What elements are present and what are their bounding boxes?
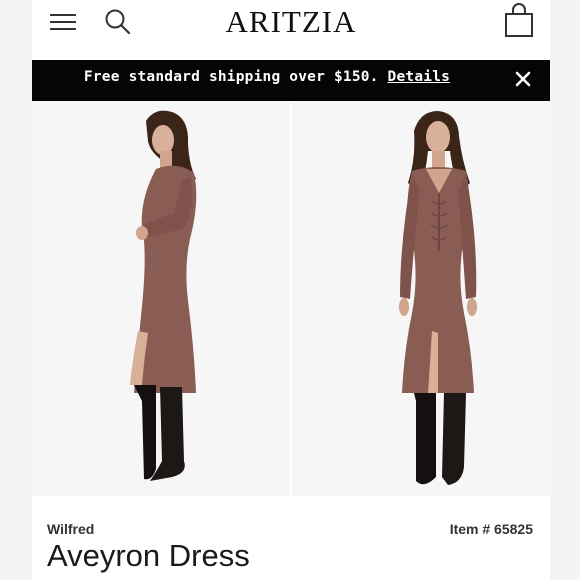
product-title: Aveyron Dress xyxy=(47,538,250,573)
shipping-promo-banner: Free standard shipping over $150. Detail… xyxy=(32,60,550,101)
promo-text: Free standard shipping over $150. xyxy=(83,69,379,85)
product-page: ARITZIA Free standard shipping over $150… xyxy=(32,0,550,580)
product-image-side-view[interactable] xyxy=(32,101,290,496)
product-image-front-view[interactable] xyxy=(292,101,550,496)
close-icon[interactable] xyxy=(512,68,534,90)
item-number: Item # 65825 xyxy=(449,521,533,537)
product-image-gallery xyxy=(32,101,550,496)
promo-message: Free standard shipping over $150. Detail… xyxy=(32,69,502,85)
shopping-bag-icon[interactable] xyxy=(502,2,536,40)
product-brand[interactable]: Wilfred xyxy=(47,521,94,537)
top-navigation-bar: ARITZIA xyxy=(32,0,550,60)
promo-details-link[interactable]: Details xyxy=(388,69,451,85)
product-info: Wilfred Item # 65825 Aveyron Dress xyxy=(32,496,550,580)
brand-logo[interactable]: ARITZIA xyxy=(32,4,550,40)
